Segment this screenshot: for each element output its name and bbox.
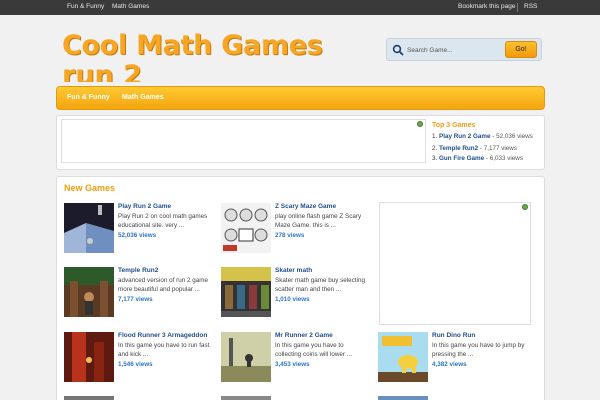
site-logo[interactable]: Cool Math Games xyxy=(62,30,323,61)
game-description: play online flash game Z Scary Maze Game… xyxy=(275,213,362,229)
game-description: In this game you have to jump by pressin… xyxy=(432,342,525,358)
top-game-views: - 7,177 views xyxy=(478,145,517,152)
game-views: 4,382 views xyxy=(432,361,467,368)
game-description: In this game you have to collecting coin… xyxy=(275,342,352,358)
game-thumbnail-art xyxy=(64,332,114,382)
top-game-link[interactable]: Play Run 2 Game xyxy=(439,133,490,140)
game-description: In this game you have to run fast and ki… xyxy=(118,342,210,358)
game-views: 1,010 views xyxy=(275,296,310,303)
top-game-rank: 2. xyxy=(432,145,438,152)
game-thumbnail[interactable] xyxy=(64,396,114,400)
game-title[interactable]: Mr Runner 2 Game xyxy=(275,332,333,339)
top-game-item: 3. Gun Fire Game - 6,033 views xyxy=(432,155,523,162)
search-box: Go! xyxy=(386,38,542,61)
game-description: Play Run 2 on cool math games educationa… xyxy=(118,213,208,229)
site-logo-subtitle: run 2 xyxy=(62,62,202,82)
game-thumbnail[interactable] xyxy=(221,203,271,253)
game-thumbnail[interactable] xyxy=(64,267,114,317)
top-games-title: Top 3 Games xyxy=(432,122,476,129)
topbar-divider xyxy=(517,3,518,12)
game-title[interactable]: Skater math xyxy=(275,267,312,274)
game-thumbnail[interactable] xyxy=(378,396,428,400)
nav-item-fun-funny[interactable]: Fun & Funny xyxy=(67,94,110,101)
ad-sidebar[interactable] xyxy=(379,202,531,325)
game-description: advanced version of run 2 game more beau… xyxy=(118,277,208,293)
top-game-link[interactable]: Temple Run2 xyxy=(439,145,478,152)
search-icon xyxy=(392,44,404,56)
game-views: 52,036 views xyxy=(118,232,157,239)
top-bar: Fun & Funny Math Games Bookmark this pag… xyxy=(0,0,600,15)
game-description: Skater math game buy selecting scatter m… xyxy=(275,277,365,293)
game-thumbnail-art xyxy=(221,267,271,317)
game-thumbnail-art xyxy=(64,203,114,253)
game-thumbnail-art xyxy=(378,332,428,382)
ad-banner[interactable] xyxy=(61,119,426,163)
game-thumbnail[interactable] xyxy=(64,203,114,253)
topbar-link-rss[interactable]: RSS xyxy=(524,3,537,10)
game-thumbnail-art xyxy=(221,203,271,253)
top-game-item: 1. Play Run 2 Game - 52,036 views xyxy=(432,133,533,140)
search-input[interactable] xyxy=(407,43,502,57)
game-views: 7,177 views xyxy=(118,296,153,303)
top-game-views: - 52,036 views xyxy=(490,133,533,140)
game-views: 3,453 views xyxy=(275,361,310,368)
game-views: 1,546 views xyxy=(118,361,153,368)
search-go-button[interactable]: Go! xyxy=(505,41,537,58)
game-title[interactable]: Temple Run2 xyxy=(118,267,158,274)
main-nav: Fun & Funny Math Games xyxy=(56,86,545,110)
top-game-item: 2. Temple Run2 - 7,177 views xyxy=(432,145,517,152)
ad-choices-icon[interactable] xyxy=(522,204,528,210)
ad-choices-icon[interactable] xyxy=(417,121,423,127)
game-thumbnail[interactable] xyxy=(221,396,271,400)
game-title[interactable]: Play Run 2 Game xyxy=(118,203,171,210)
site-logo-subtitle-text: run 2 xyxy=(62,62,142,82)
topbar-link-bookmark[interactable]: Bookmark this page xyxy=(458,3,515,10)
game-thumbnail-art xyxy=(221,332,271,382)
topbar-link-math-games[interactable]: Math Games xyxy=(112,3,149,10)
new-games-title: New Games xyxy=(64,183,116,193)
top-game-views: - 6,033 views xyxy=(484,155,524,162)
game-thumbnail[interactable] xyxy=(221,267,271,317)
game-thumbnail[interactable] xyxy=(378,332,428,382)
game-title[interactable]: Run Dino Run xyxy=(432,332,475,339)
top-game-link[interactable]: Gun Fire Game xyxy=(439,155,484,162)
game-thumbnail[interactable] xyxy=(221,332,271,382)
topbar-link-fun-funny[interactable]: Fun & Funny xyxy=(67,3,104,10)
game-title[interactable]: Flood Runner 3 Armageddon xyxy=(118,332,207,339)
game-thumbnail-art xyxy=(64,267,114,317)
nav-item-math-games[interactable]: Math Games xyxy=(122,94,164,101)
top-game-rank: 3. xyxy=(432,155,438,162)
game-thumbnail[interactable] xyxy=(64,332,114,382)
game-views: 278 views xyxy=(275,232,305,239)
game-title[interactable]: Z Scary Maze Game xyxy=(275,203,336,210)
top-game-rank: 1. xyxy=(432,133,438,140)
